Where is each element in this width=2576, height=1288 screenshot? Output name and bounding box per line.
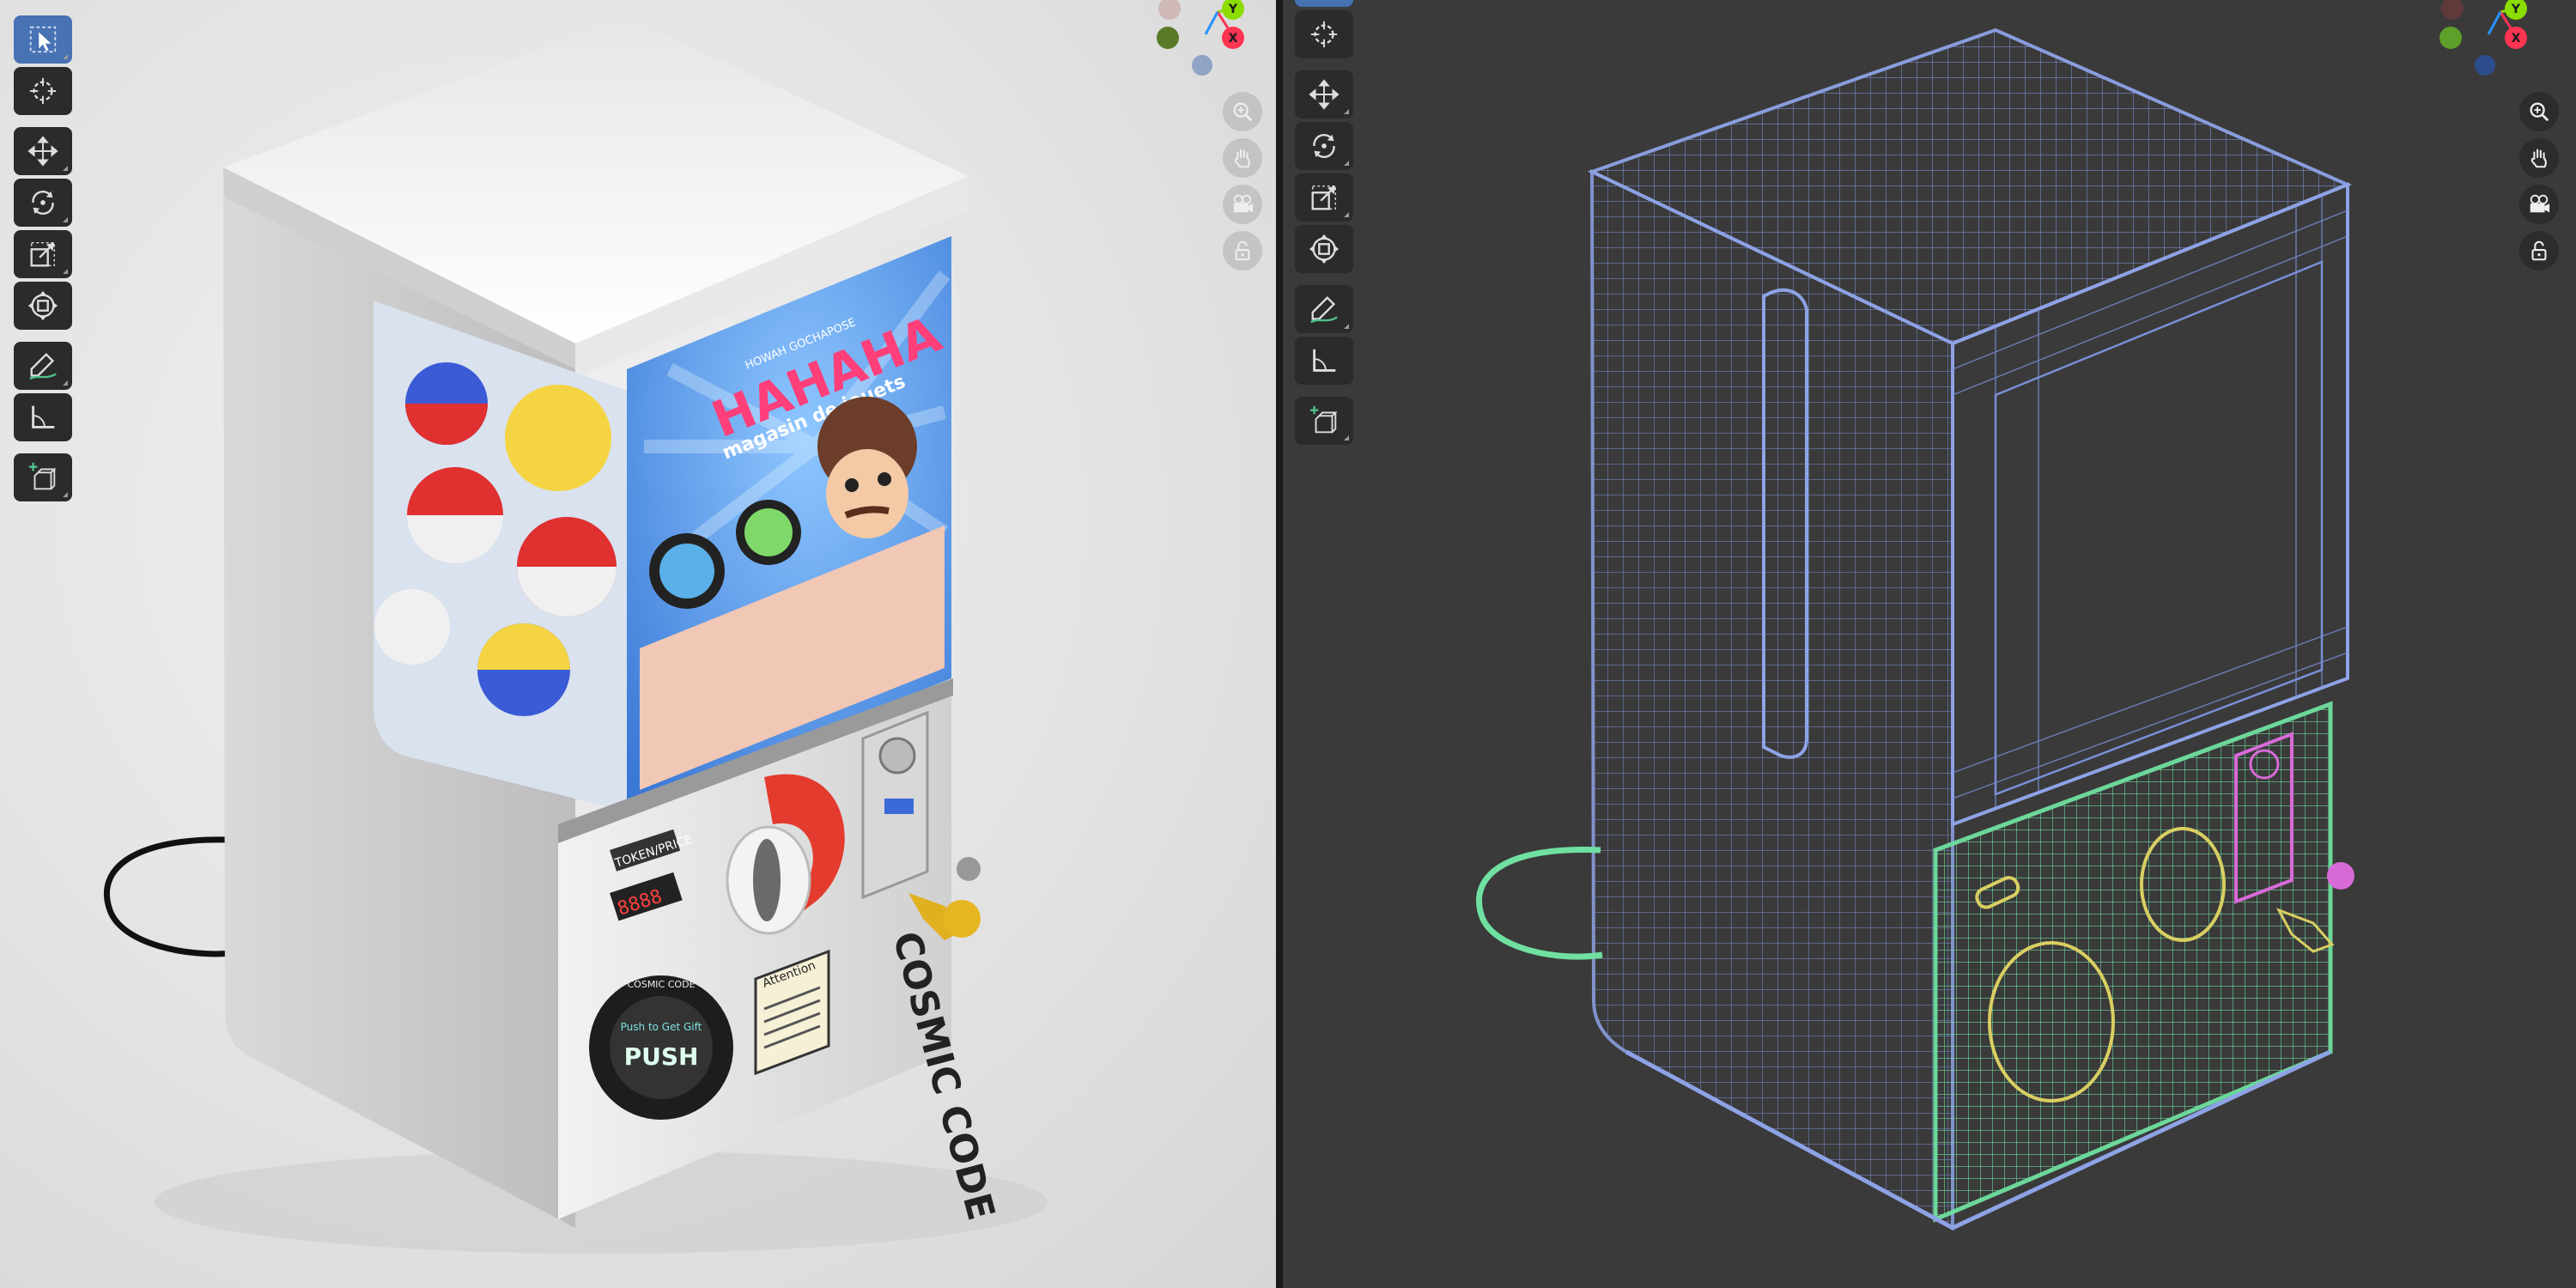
blender-window: Y X HAHAHA magasin de jouets HOWAH GOCHA… <box>0 0 2576 1288</box>
viewport-material-preview[interactable]: Y X HAHAHA magasin de jouets HOWAH GOCHA… <box>0 0 1276 1288</box>
viewport-wireframe[interactable]: Y X <box>1283 0 2576 1288</box>
push-label: PUSH <box>624 1042 699 1071</box>
gashapon-machine-render[interactable]: HAHAHA magasin de jouets HOWAH GOCHAPOSE <box>0 0 1276 1288</box>
ring-text: COSMIC CODE <box>628 979 696 990</box>
push-top-text: Push to Get Gift <box>621 1021 702 1033</box>
viewport-divider[interactable] <box>1276 0 1283 1288</box>
gashapon-machine-wireframe[interactable] <box>1283 0 2576 1288</box>
